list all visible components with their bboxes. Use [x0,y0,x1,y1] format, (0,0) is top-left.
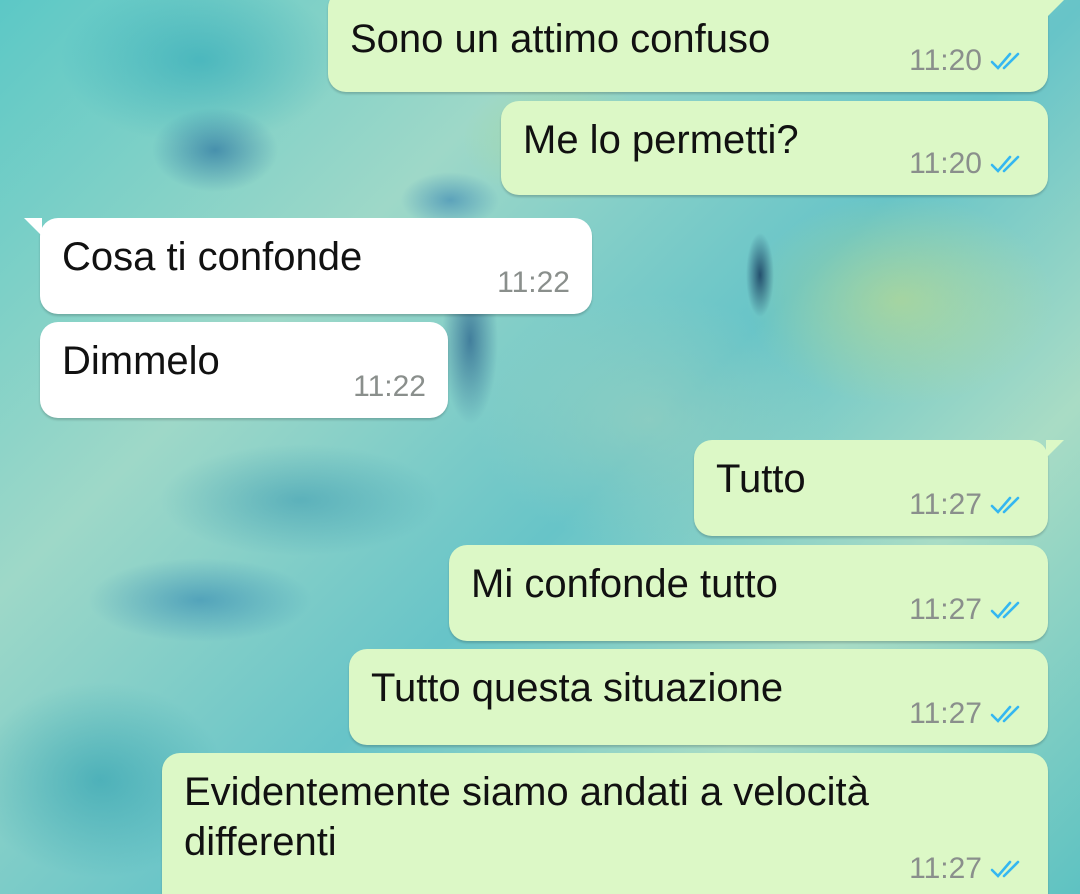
read-double-check-icon [990,50,1026,72]
message-meta: 11:20 [909,44,1026,78]
message-time: 11:20 [909,44,982,77]
message-text: Evidentemente siamo andati a velocità di… [184,770,869,864]
bubble-tail [24,218,42,236]
message-time: 11:27 [909,697,982,730]
message-time: 11:27 [909,852,982,885]
message-time: 11:22 [353,370,426,403]
message-meta: 11:22 [497,266,570,300]
read-double-check-icon [990,494,1026,516]
message-time: 11:22 [497,266,570,299]
message-bubble-outgoing[interactable]: Tutto questa situazione 11:27 [349,649,1048,745]
read-double-check-icon [990,599,1026,621]
bubble-tail [1046,440,1064,458]
message-meta: 11:27 [909,697,1026,731]
message-text: Cosa ti confonde [62,235,363,279]
message-time: 11:27 [909,488,982,521]
message-bubble-outgoing[interactable]: Evidentemente siamo andati a velocità di… [162,753,1048,894]
message-bubble-incoming[interactable]: Dimmelo 11:22 [40,322,448,418]
message-bubble-outgoing[interactable]: Me lo permetti? 11:20 [501,101,1048,195]
message-bubble-outgoing[interactable]: Tutto 11:27 [694,440,1064,536]
read-double-check-icon [990,858,1026,880]
bubble-tail [1046,0,1064,18]
message-time: 11:27 [909,593,982,626]
message-bubble-incoming[interactable]: Cosa ti confonde 11:22 [24,218,592,314]
message-bubble-outgoing[interactable]: Sono un attimo confuso 11:20 [328,0,1064,92]
message-meta: 11:27 [909,488,1026,522]
message-meta: 11:27 [909,593,1026,627]
message-bubble-outgoing[interactable]: Mi confonde tutto 11:27 [449,545,1048,641]
message-meta: 11:20 [909,147,1026,181]
read-double-check-icon [990,703,1026,725]
message-time: 11:20 [909,147,982,180]
message-meta: 11:22 [353,370,426,404]
read-double-check-icon [990,153,1026,175]
message-meta: 11:27 [909,852,1026,886]
